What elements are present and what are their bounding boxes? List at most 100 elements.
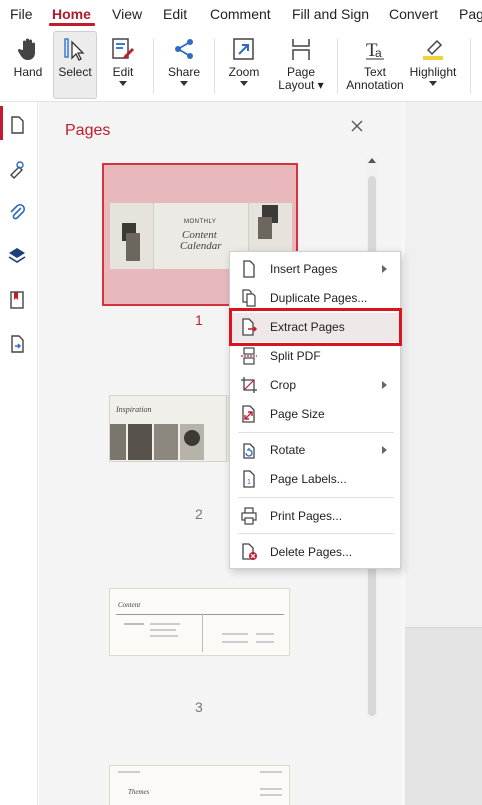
menu-edit[interactable]: Edit [163,6,187,22]
ribbon-toolbar: Hand Select Edit Share Zoom Page Layout … [0,28,482,102]
page-size-icon [242,405,255,423]
thumbnail-header-text: MONTHLY [184,219,217,225]
menu-item-page-size[interactable]: Page Size [230,400,400,429]
zoom-icon [233,38,254,60]
bookmark-icon[interactable] [7,290,27,310]
chevron-down-icon [429,81,437,86]
rail-active-indicator [0,106,3,140]
chevron-right-icon [382,265,387,273]
select-label: Select [58,65,92,79]
page-thumbnails-icon[interactable] [7,115,27,135]
chevron-right-icon [382,446,387,454]
select-tool-button[interactable]: Select [53,31,97,99]
chevron-right-icon [382,381,387,389]
page-number-2: 2 [195,506,203,522]
zoom-label: Zoom [228,65,260,79]
print-pages-icon [241,507,257,525]
hand-label: Hand [13,65,43,79]
page-thumbnail-4[interactable]: Themes [109,765,290,805]
hand-icon [17,38,35,60]
menu-fill-and-sign[interactable]: Fill and Sign [292,6,369,22]
select-cursor-icon [64,38,85,61]
ribbon-separator [470,38,471,94]
signature-icon[interactable] [7,159,27,179]
menu-separator [238,497,394,498]
chevron-down-icon [180,81,188,86]
text-annotation-icon: T a [366,40,384,61]
duplicate-pages-icon [242,289,256,307]
share-icon [175,39,193,59]
menu-item-label: Rotate [270,443,306,457]
insert-pages-icon [243,260,255,278]
chevron-down-icon [119,81,127,86]
split-pdf-icon [241,347,257,365]
thumbnail-title-text: Inspiration [116,405,152,414]
hand-tool-button[interactable]: Hand [8,32,48,98]
menu-item-label: Duplicate Pages... [270,291,368,305]
thumbnail-title-text: Content [118,601,141,609]
thumbnail-title-text: Calendar [180,240,222,252]
ribbon-separator [153,38,154,94]
attachment-icon[interactable] [7,202,27,222]
menu-item-label: Print Pages... [270,509,343,523]
page-thumbnail-3[interactable]: Content [109,588,290,656]
edit-icon [112,38,134,59]
menu-item-crop[interactable]: Crop [230,371,400,400]
menu-view[interactable]: View [112,6,142,22]
svg-text:1: 1 [247,479,251,486]
menu-bar: File Home View Edit Comment Fill and Sig… [0,0,482,28]
panel-title: Pages [65,122,111,139]
share-button[interactable]: Share [164,32,204,98]
page-thumbnail-2[interactable]: Inspiration [109,395,227,462]
edit-button[interactable]: Edit [104,32,142,98]
page-labels-icon: 1 [243,470,255,488]
ribbon-separator [337,38,338,94]
menu-item-label: Page Size [270,407,325,421]
menu-item-label: Delete Pages... [270,545,353,559]
menu-item-label: Insert Pages [270,262,338,276]
close-icon[interactable] [349,118,365,134]
page-layout-label: Page Layout ▾ [278,65,324,92]
menu-item-print-pages[interactable]: Print Pages... [230,502,400,531]
menu-item-split-pdf[interactable]: Split PDF [230,342,400,371]
thumbnail-title-text: Themes [128,788,150,796]
text-annotation-button[interactable]: T a Text Annotation [344,32,406,98]
menu-separator [238,432,394,433]
menu-item-page-labels[interactable]: 1 Page Labels... [230,465,400,494]
menu-comment[interactable]: Comment [210,6,271,22]
menu-home[interactable]: Home [52,6,91,22]
page-number-1: 1 [195,312,203,328]
page-number-3: 3 [195,699,203,715]
edit-label: Edit [112,65,134,79]
export-icon[interactable] [7,334,27,354]
share-label: Share [167,65,201,79]
scroll-up-arrow[interactable] [368,158,376,163]
page-context-menu: Insert Pages Duplicate Pages... Extract … [229,251,401,569]
page-layout-button[interactable]: Page Layout ▾ [276,32,326,98]
menu-file[interactable]: File [10,6,33,22]
left-sidebar-rail [0,102,38,805]
ribbon-separator [214,38,215,94]
rotate-icon [243,443,255,459]
delete-pages-icon [242,543,257,560]
menu-convert[interactable]: Convert [389,6,438,22]
text-annotation-label: Text Annotation [346,65,404,92]
menu-item-label: Split PDF [270,349,321,363]
menu-item-insert-pages[interactable]: Insert Pages [230,255,400,284]
menu-item-delete-pages[interactable]: Delete Pages... [230,538,400,567]
menu-item-rotate[interactable]: Rotate [230,436,400,465]
menu-item-label: Page Labels... [270,472,347,486]
highlighter-icon [423,39,443,60]
document-page [405,102,482,628]
zoom-button[interactable]: Zoom [224,32,264,98]
highlight-label: Highlight [409,65,457,79]
menu-item-label: Crop [270,378,297,392]
svg-text:a: a [375,46,382,60]
menu-page[interactable]: Page [459,6,482,22]
chevron-down-icon [240,81,248,86]
layers-icon[interactable] [7,245,27,265]
menu-separator [238,533,394,534]
active-tab-indicator [49,23,95,26]
highlight-outline [229,308,402,346]
highlight-button[interactable]: Highlight [407,32,459,98]
